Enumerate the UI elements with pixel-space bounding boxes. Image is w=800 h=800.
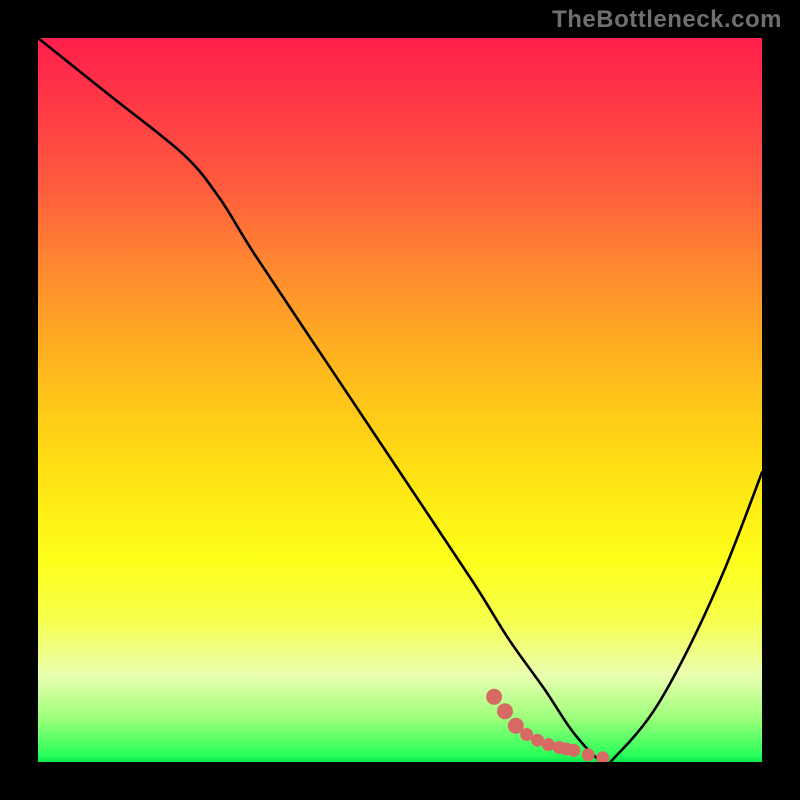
- plot-area: [38, 38, 762, 762]
- highlight-dot: [596, 751, 609, 762]
- highlight-dots: [486, 689, 609, 762]
- highlight-dot: [542, 738, 555, 751]
- curve-layer: [38, 38, 762, 762]
- highlight-dot: [567, 744, 580, 757]
- watermark-text: TheBottleneck.com: [552, 6, 782, 34]
- highlight-dot: [582, 748, 595, 761]
- highlight-dot: [497, 703, 513, 719]
- chart-stage: TheBottleneck.com: [0, 0, 800, 800]
- highlight-dot: [486, 689, 502, 705]
- bottleneck-curve: [38, 38, 762, 762]
